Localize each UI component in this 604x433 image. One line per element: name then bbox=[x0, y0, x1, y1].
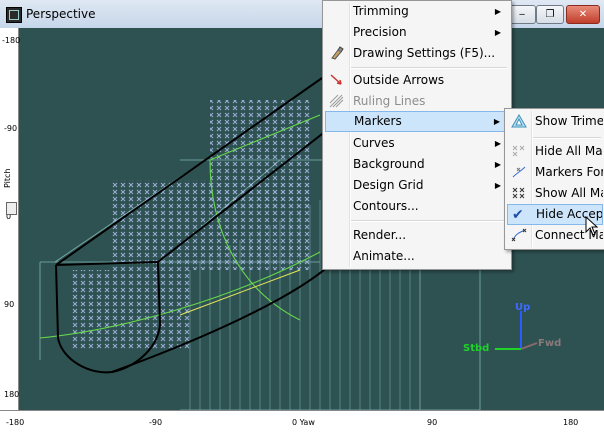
triangle-markers-icon bbox=[511, 114, 527, 128]
pitch-slider-handle[interactable] bbox=[6, 202, 17, 215]
menu-item-design-grid[interactable]: Design Grid ▶ bbox=[325, 175, 509, 196]
menu-item-outside-arrows[interactable]: Outside Arrows bbox=[325, 70, 509, 91]
connect-markers-icon bbox=[511, 228, 527, 242]
yaw-tick: -90 bbox=[149, 418, 163, 427]
axis-up-label: Up bbox=[515, 302, 531, 313]
submenu-arrow-icon: ▶ bbox=[494, 28, 501, 37]
menu-item-precision[interactable]: Precision ▶ bbox=[325, 22, 509, 43]
yaw-tick: 0 Yaw bbox=[292, 418, 315, 427]
submenu-item-hide-all-markers[interactable]: Hide All Mark bbox=[507, 141, 603, 162]
menu-item-background[interactable]: Background ▶ bbox=[325, 154, 509, 175]
yaw-tick: 180 bbox=[563, 418, 579, 427]
yaw-ruler[interactable]: -180 -90 0 Yaw 90 180 bbox=[0, 410, 604, 433]
menu-item-ruling-lines[interactable]: Ruling Lines bbox=[325, 91, 509, 112]
pitch-tick: 90 bbox=[4, 300, 15, 309]
submenu-arrow-icon: ▶ bbox=[494, 139, 501, 148]
pitch-tick: 180 bbox=[4, 390, 20, 399]
mouse-cursor-icon bbox=[585, 216, 599, 236]
menu-item-markers[interactable]: Markers ▶ bbox=[325, 111, 509, 132]
submenu-arrow-icon: ▶ bbox=[494, 7, 501, 16]
pitch-tick: -180 bbox=[2, 36, 21, 45]
axis-stbd-label: Stbd bbox=[463, 343, 490, 354]
axis-fwd-label: Fwd bbox=[538, 338, 562, 349]
menu-item-contours[interactable]: Contours... bbox=[325, 196, 509, 217]
submenu-item-show-trimes[interactable]: Show Trimes bbox=[507, 111, 603, 132]
view-context-menu: Trimming ▶ Precision ▶ Drawing Settings … bbox=[322, 0, 512, 270]
pitch-label: Pitch bbox=[3, 168, 12, 188]
menu-item-animate[interactable]: Animate... bbox=[325, 246, 509, 267]
yaw-tick: 90 bbox=[427, 418, 438, 427]
show-markers-icon bbox=[512, 187, 525, 199]
submenu-arrow-icon: ▶ bbox=[493, 117, 500, 126]
menu-item-drawing-settings[interactable]: Drawing Settings (F5)... bbox=[325, 43, 509, 64]
brush-icon bbox=[331, 46, 344, 60]
markers-for-curve-icon bbox=[512, 166, 526, 178]
submenu-item-show-all-markers[interactable]: Show All Mar bbox=[507, 183, 603, 204]
menu-item-trimming[interactable]: Trimming ▶ bbox=[325, 1, 509, 22]
yaw-tick: -180 bbox=[6, 418, 25, 427]
pitch-ruler[interactable]: -180 -90 0 90 180 Pitch bbox=[0, 28, 21, 410]
menu-item-curves[interactable]: Curves ▶ bbox=[325, 133, 509, 154]
menu-item-render[interactable]: Render... bbox=[325, 225, 509, 246]
checkmark-icon: ✔ bbox=[512, 207, 524, 223]
submenu-arrow-icon: ▶ bbox=[494, 181, 501, 190]
submenu-arrow-icon: ▶ bbox=[494, 160, 501, 169]
arrow-icon bbox=[330, 74, 342, 85]
submenu-item-markers-for-curve[interactable]: Markers For C bbox=[507, 162, 603, 183]
ruling-lines-icon bbox=[329, 94, 344, 108]
pitch-tick: -90 bbox=[4, 124, 18, 133]
hide-markers-icon bbox=[512, 145, 525, 157]
